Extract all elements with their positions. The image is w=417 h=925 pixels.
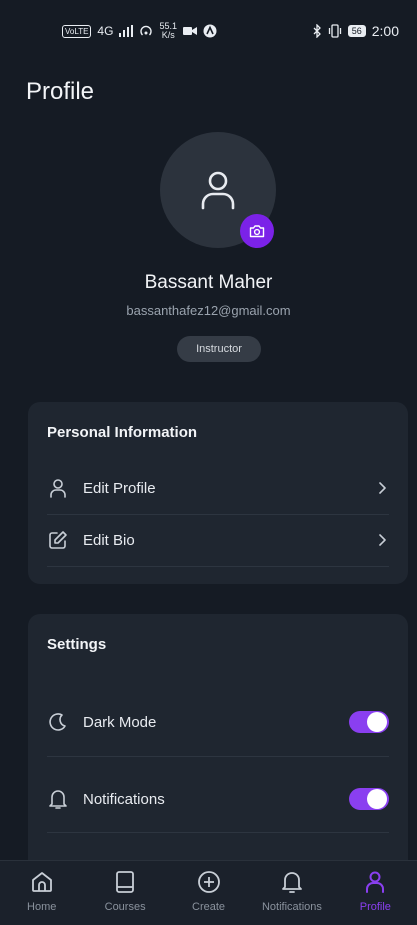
status-left: VoLTE 4G 55.1 K/s (62, 22, 217, 40)
user-icon (47, 477, 69, 499)
camera-icon (249, 225, 265, 238)
dark-mode-toggle[interactable] (349, 711, 389, 733)
toggle-knob (367, 712, 387, 732)
network-speed: 55.1 K/s (159, 22, 177, 40)
nav-courses[interactable]: Courses (83, 861, 166, 925)
role-badge: Instructor (177, 336, 261, 362)
edit-bio-row[interactable]: Edit Bio (47, 514, 389, 567)
user-placeholder-icon (201, 171, 235, 210)
dark-mode-label: Dark Mode (83, 713, 157, 731)
nav-profile-label: Profile (359, 901, 391, 913)
bluetooth-icon (313, 24, 321, 38)
nav-courses-label: Courses (104, 901, 146, 913)
nav-notifications-label: Notifications (261, 901, 322, 913)
nav-profile[interactable]: Profile (334, 861, 417, 925)
dark-mode-row: Dark Mode (47, 688, 389, 757)
chevron-right-icon (375, 533, 389, 547)
bottom-navigation: Home Courses Create Notifications Profil… (0, 860, 417, 925)
bell-icon (279, 869, 305, 895)
edit-profile-label: Edit Profile (83, 479, 156, 497)
change-photo-button[interactable] (240, 214, 274, 248)
clock: 2:00 (371, 23, 399, 39)
notifications-toggle[interactable] (349, 788, 389, 810)
speed-unit: K/s (161, 30, 175, 40)
bell-icon (47, 788, 69, 810)
volte-indicator: VoLTE (62, 24, 92, 38)
status-right: 56 2:00 (312, 23, 399, 39)
vibrate-icon (328, 24, 341, 38)
chevron-right-icon (375, 481, 389, 495)
network-indicator: 4G (97, 24, 114, 38)
notifications-label: Notifications (83, 790, 165, 808)
hotspot-icon (140, 25, 153, 36)
personal-information-title: Personal Information (47, 424, 198, 441)
profile-email: bassanthafez12@gmail.com (126, 303, 291, 318)
moon-icon (47, 711, 69, 733)
app-notification-icon (203, 24, 217, 38)
settings-title: Settings (47, 636, 107, 653)
edit-profile-row[interactable]: Edit Profile (47, 462, 389, 515)
toggle-knob (367, 789, 387, 809)
notifications-row: Notifications (47, 766, 389, 833)
nav-create[interactable]: Create (167, 861, 250, 925)
nav-notifications[interactable]: Notifications (250, 861, 333, 925)
profile-name: Bassant Maher (144, 272, 273, 293)
nav-home[interactable]: Home (0, 861, 83, 925)
edit-icon (47, 529, 69, 551)
home-icon (29, 869, 55, 895)
status-bar: VoLTE 4G 55.1 K/s 56 2:00 (0, 0, 417, 62)
nav-home-label: Home (27, 901, 57, 913)
user-icon (362, 869, 388, 895)
book-icon (112, 869, 138, 895)
edit-bio-label: Edit Bio (83, 531, 135, 549)
plus-circle-icon (196, 869, 222, 895)
settings-card: Settings Dark Mode Notifications (28, 614, 408, 874)
personal-information-card: Personal Information Edit Profile Edit B… (28, 402, 408, 584)
battery-indicator: 56 (347, 25, 366, 37)
page-title: Profile (26, 78, 95, 105)
signal-icon (119, 25, 134, 37)
nav-create-label: Create (192, 901, 226, 913)
camera-status-icon (182, 27, 197, 35)
